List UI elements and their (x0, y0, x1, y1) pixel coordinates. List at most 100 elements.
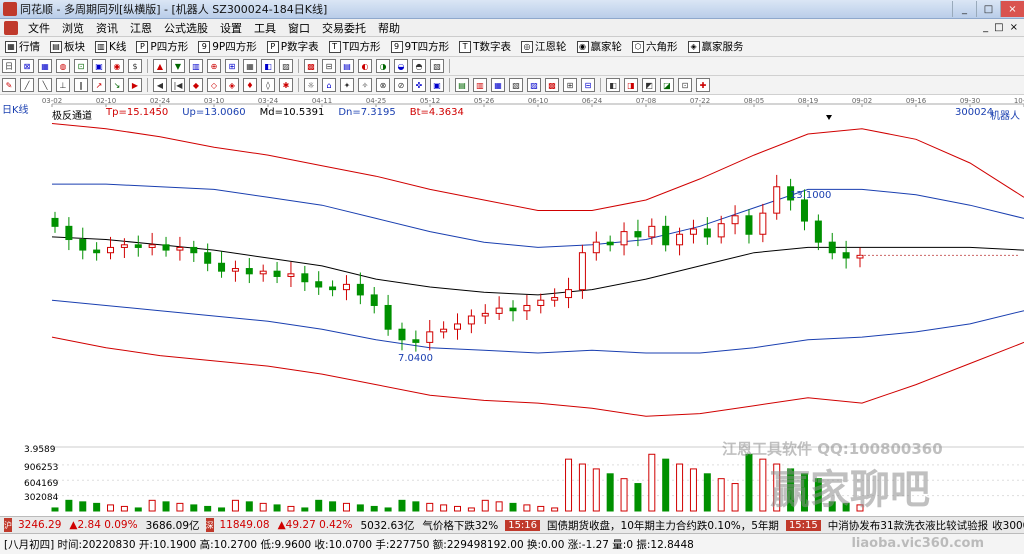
menu-window[interactable]: 窗口 (282, 20, 316, 36)
mdi-minimize-button[interactable]: _ (983, 22, 988, 33)
draw-tool-16-icon[interactable]: ☼ (304, 78, 318, 92)
menu-help[interactable]: 帮助 (372, 20, 406, 36)
quote-tool-7-icon[interactable]: $ (128, 59, 142, 73)
draw-tool-32-icon[interactable]: ◧ (606, 78, 620, 92)
draw-tool-0-icon[interactable]: ✎ (2, 78, 16, 92)
quote-tool-15-icon[interactable]: ▨ (279, 59, 293, 73)
volume-tick-2: 604169 (24, 479, 59, 489)
quote-tool-18-icon[interactable]: ▤ (340, 59, 354, 73)
quote-tool-3-icon[interactable]: ◍ (56, 59, 70, 73)
draw-tool-17-icon[interactable]: ⌂ (322, 78, 336, 92)
winner-service-button[interactable]: ◈ 赢家服务 (683, 38, 749, 56)
draw-tool-12-icon[interactable]: ◈ (225, 78, 239, 92)
quote-tool-1-icon[interactable]: ⊠ (20, 59, 34, 73)
sz-index-value[interactable]: 11849.08 (220, 519, 270, 531)
draw-tool-23-icon[interactable]: ▣ (430, 78, 444, 92)
quote-tool-10-icon[interactable]: ▥ (189, 59, 203, 73)
t-table-button[interactable]: T T数字表 (454, 38, 516, 56)
quote-tool-19-icon[interactable]: ◐ (358, 59, 372, 73)
quote-tool-9-icon[interactable]: ▼ (171, 59, 185, 73)
hexagon-button[interactable]: ⬡ 六角形 (627, 38, 683, 56)
draw-tool-26-icon[interactable]: ▦ (491, 78, 505, 92)
quote-tool-14-icon[interactable]: ◧ (261, 59, 275, 73)
draw-tool-33-icon[interactable]: ◨ (624, 78, 638, 92)
draw-tool-37-icon[interactable]: ✚ (696, 78, 710, 92)
quote-tool-17-icon[interactable]: ⊟ (322, 59, 336, 73)
draw-tool-15-icon[interactable]: ✱ (279, 78, 293, 92)
draw-tool-6-icon[interactable]: ↘ (110, 78, 124, 92)
draw-tool-7-icon[interactable]: ▶ (128, 78, 142, 92)
draw-tool-2-icon[interactable]: ╲ (38, 78, 52, 92)
draw-tool-34-icon[interactable]: ◩ (642, 78, 656, 92)
draw-tool-4-icon[interactable]: ∥ (74, 78, 88, 92)
quote-tool-8-icon[interactable]: ▲ (153, 59, 167, 73)
draw-tool-9-icon[interactable]: |◀ (171, 78, 185, 92)
draw-tool-19-icon[interactable]: ✧ (358, 78, 372, 92)
menu-trade[interactable]: 交易委托 (316, 20, 372, 36)
tick-detail-button[interactable]: 收300024分笔 (992, 518, 1024, 533)
menu-browse[interactable]: 浏览 (56, 20, 90, 36)
draw-tool-10-icon[interactable]: ◆ (189, 78, 203, 92)
news-ticker-2[interactable]: 国债期货收盘，10年期主力合约跌0.10%，5年期 (547, 518, 779, 533)
quote-tool-6-icon[interactable]: ◉ (110, 59, 124, 73)
sh-index-value[interactable]: 3246.29 (18, 519, 61, 531)
menu-tools[interactable]: 工具 (248, 20, 282, 36)
minimize-button[interactable]: _ (952, 1, 976, 17)
draw-tool-28-icon[interactable]: ▨ (527, 78, 541, 92)
draw-tool-20-icon[interactable]: ⊗ (376, 78, 390, 92)
quote-tool-20-icon[interactable]: ◑ (376, 59, 390, 73)
kline-chart-panel[interactable]: 日K线 03-02 02-10 02-24 03-10 03-24 04-11 04-25 0… (0, 95, 1024, 516)
draw-tool-35-icon[interactable]: ◪ (660, 78, 674, 92)
mdi-close-button[interactable]: × (1010, 22, 1018, 33)
quote-tool-2-icon[interactable]: ▦ (38, 59, 52, 73)
quote-tool-11-icon[interactable]: ⊕ (207, 59, 221, 73)
menu-formula[interactable]: 公式选股 (158, 20, 214, 36)
quote-tool-21-icon[interactable]: ◒ (394, 59, 408, 73)
draw-tool-3-icon[interactable]: ⊥ (56, 78, 70, 92)
maximize-button[interactable]: □ (976, 1, 1000, 17)
draw-tool-13-icon[interactable]: ♦ (243, 78, 257, 92)
quote-tool-23-icon[interactable]: ▧ (430, 59, 444, 73)
draw-tool-14-icon[interactable]: ◊ (261, 78, 275, 92)
quote-tool-12-icon[interactable]: ⊞ (225, 59, 239, 73)
quote-tool-5-icon[interactable]: ▣ (92, 59, 106, 73)
quote-button[interactable]: ▦ 行情 (0, 38, 45, 56)
quote-tool-0-icon[interactable]: 日 (2, 59, 16, 73)
sector-button[interactable]: ▤ 板块 (45, 38, 90, 56)
winner-wheel-button[interactable]: ◉ 赢家轮 (572, 38, 628, 56)
menu-settings[interactable]: 设置 (214, 20, 248, 36)
quote-tool-16-icon[interactable]: ▩ (304, 59, 318, 73)
close-button[interactable]: × (1000, 1, 1024, 17)
draw-tool-18-icon[interactable]: ✦ (340, 78, 354, 92)
draw-tool-25-icon[interactable]: ▥ (473, 78, 487, 92)
draw-tool-29-icon[interactable]: ▩ (545, 78, 559, 92)
draw-tool-8-icon[interactable]: ◀ (153, 78, 167, 92)
p-square-button[interactable]: P P四方形 (131, 38, 193, 56)
draw-tool-1-icon[interactable]: ╱ (20, 78, 34, 92)
t-square-button[interactable]: T T四方形 (324, 38, 386, 56)
p-table-button[interactable]: P P数字表 (262, 38, 324, 56)
draw-tool-5-icon[interactable]: ↗ (92, 78, 106, 92)
draw-tool-22-icon[interactable]: ✜ (412, 78, 426, 92)
quote-tool-13-icon[interactable]: ▦ (243, 59, 257, 73)
draw-tool-11-icon[interactable]: ◇ (207, 78, 221, 92)
9p-square-button[interactable]: 9 9P四方形 (193, 38, 262, 56)
kline-button[interactable]: ▥ K线 (90, 38, 131, 56)
draw-tool-24-icon[interactable]: ▤ (455, 78, 469, 92)
quote-tool-22-icon[interactable]: ◓ (412, 59, 426, 73)
draw-tool-30-icon[interactable]: ⊞ (563, 78, 577, 92)
draw-tool-27-icon[interactable]: ▧ (509, 78, 523, 92)
volume-bar (218, 507, 226, 512)
menu-gann[interactable]: 江恩 (124, 20, 158, 36)
draw-tool-21-icon[interactable]: ⊘ (394, 78, 408, 92)
gann-wheel-button[interactable]: ◎ 江恩轮 (516, 38, 572, 56)
9t-square-button[interactable]: 9 9T四方形 (386, 38, 455, 56)
news-ticker-1[interactable]: 气价格下跌32% (422, 518, 498, 533)
draw-tool-31-icon[interactable]: ⊟ (581, 78, 595, 92)
menu-file[interactable]: 文件 (22, 20, 56, 36)
news-ticker-3[interactable]: 中消协发布31款洗衣液比较试验报 (828, 518, 988, 533)
draw-tool-36-icon[interactable]: ⊡ (678, 78, 692, 92)
mdi-restore-button[interactable]: □ (994, 22, 1003, 33)
menu-news[interactable]: 资讯 (90, 20, 124, 36)
quote-tool-4-icon[interactable]: ⊡ (74, 59, 88, 73)
